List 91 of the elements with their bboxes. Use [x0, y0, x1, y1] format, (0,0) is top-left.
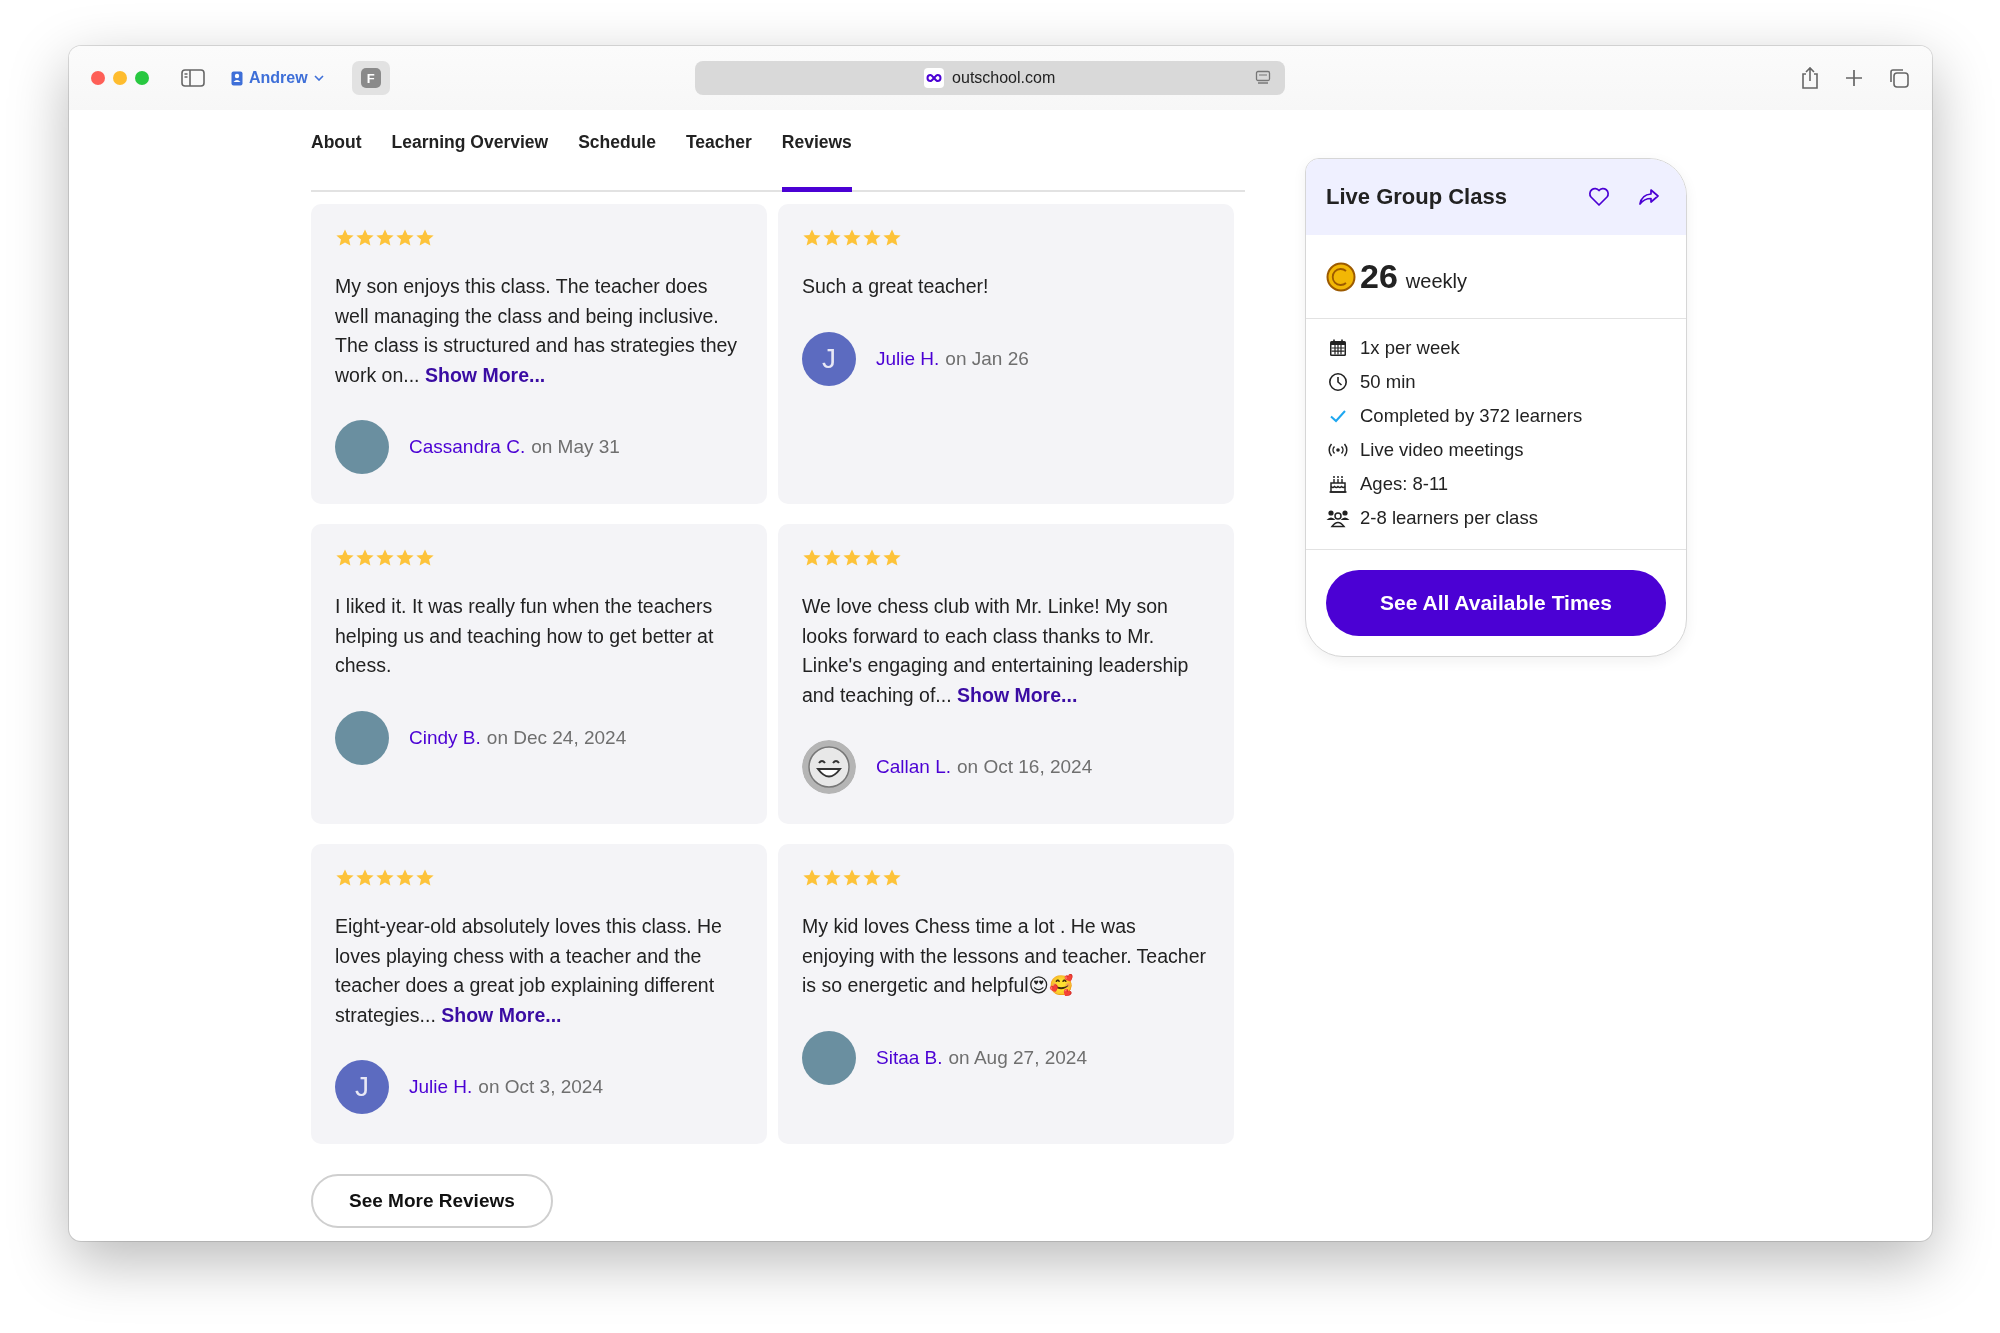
star-icon	[395, 868, 415, 888]
star-icon	[882, 548, 902, 568]
sidebar-icon[interactable]	[181, 69, 205, 87]
review-date: on Jan 26	[945, 347, 1029, 370]
star-icon	[822, 548, 842, 568]
reviewer-name-link[interactable]: Cindy B.	[409, 726, 481, 749]
review-date: on Oct 3, 2024	[478, 1076, 603, 1098]
show-more-link[interactable]: Show More...	[424, 363, 546, 386]
star-icon	[375, 228, 395, 248]
review-date: on May 31	[531, 436, 620, 458]
section-tab[interactable]: Schedule	[578, 132, 656, 192]
url-text: outschool.com	[952, 69, 1056, 87]
star-icon	[355, 868, 375, 888]
star-icon	[802, 868, 822, 888]
class-detail-text: 1x per week	[1360, 337, 1460, 359]
heart-icon[interactable]	[1588, 187, 1610, 207]
section-tab[interactable]: About	[311, 132, 362, 192]
star-icon	[862, 548, 882, 568]
review-text: My son enjoys this class. The teacher does well managing the class and being inclusive. The class is structured and has strategies they work on... Show More...	[335, 274, 739, 388]
review-text: Eight-year-old absolutely loves this class. He loves playing chess with a teacher and the teacher does a great job explaining different strategies... Show More...	[335, 914, 723, 1028]
star-icon	[882, 228, 902, 248]
class-detail-text: 2-8 learners per class	[1360, 507, 1538, 529]
site-logo-icon	[924, 68, 945, 88]
reviewer-name-link[interactable]: Julie H.	[409, 1076, 473, 1098]
class-type-title: Live Group Class	[1326, 184, 1507, 210]
star-icon	[822, 868, 842, 888]
star-icon	[335, 228, 355, 248]
star-icon	[862, 868, 882, 888]
show-more-link[interactable]: Show More...	[957, 683, 1078, 706]
star-icon	[415, 868, 435, 888]
chevron-down-icon	[313, 75, 324, 81]
star-icon	[822, 228, 842, 248]
star-icon	[842, 868, 862, 888]
star-icon	[415, 228, 435, 248]
profile-button[interactable]: Andrew	[225, 65, 330, 91]
coin-icon	[1326, 261, 1356, 292]
avatar-photo-placeholder	[802, 1030, 856, 1085]
star-icon	[335, 548, 355, 568]
plus-icon[interactable]	[1844, 68, 1864, 88]
review-date: on Aug 27, 2024	[948, 1046, 1087, 1069]
star-icon	[375, 868, 395, 888]
star-icon	[415, 548, 435, 568]
class-detail-text: Ages: 8-11	[1360, 473, 1449, 495]
share-arrow-icon[interactable]	[1638, 187, 1660, 207]
close-window-button[interactable]	[91, 71, 105, 85]
class-detail-text: Completed by 372 learners	[1360, 405, 1583, 427]
share-icon[interactable]	[1800, 66, 1820, 90]
star-icon	[862, 228, 882, 248]
star-icon	[355, 228, 375, 248]
see-available-times-button[interactable]: See All Available Times	[1326, 570, 1666, 636]
section-tab[interactable]: Reviews	[781, 132, 852, 192]
review-text: My kid loves Chess time a lot . He was enjoying with the lessons and teacher. Teacher is so energetic and helpful😍🥰	[802, 914, 1207, 998]
show-more-link[interactable]: Show More...	[441, 1003, 562, 1026]
price-period: weekly	[1405, 270, 1467, 293]
reviewer-name-link[interactable]: Cassandra C.	[409, 436, 526, 458]
class-detail-text: Live video meetings	[1360, 439, 1524, 461]
star-icon	[802, 228, 822, 248]
review-text: Such a great teacher!	[802, 274, 990, 299]
star-icon	[355, 548, 375, 568]
star-icon	[842, 548, 862, 568]
review-date: on Oct 16, 2024	[957, 756, 1093, 778]
class-detail-text: 50 min	[1360, 371, 1416, 393]
smiley-avatar-icon	[802, 740, 856, 794]
avatar-initial: J	[335, 1060, 389, 1114]
review-text: I liked it. It was really fun when the teachers helping us and teaching how to get better at chess.	[335, 594, 715, 678]
address-bar[interactable]: outschool.com	[694, 61, 1285, 95]
tabs-overview-icon[interactable]	[1888, 67, 1910, 89]
star-icon	[375, 548, 395, 568]
reviewer-name-link[interactable]: Callan L.	[876, 756, 951, 778]
star-icon	[395, 548, 415, 568]
group-icon	[1326, 508, 1350, 528]
star-icon	[802, 548, 822, 568]
reader-icon[interactable]	[1254, 70, 1271, 86]
section-tab[interactable]: Learning Overview	[391, 132, 549, 192]
star-icon	[842, 228, 862, 248]
star-icon	[882, 868, 902, 888]
clock-icon	[1326, 372, 1350, 392]
star-icon	[335, 868, 355, 888]
review-date: on Dec 24, 2024	[486, 726, 627, 749]
reviewer-name-link[interactable]: Sitaa B.	[876, 1046, 943, 1069]
avatar-initial: J	[802, 331, 856, 386]
section-tab[interactable]: Teacher	[685, 132, 752, 192]
see-more-reviews-button[interactable]: See More Reviews	[311, 1174, 553, 1228]
review-text: We love chess club with Mr. Linke! My son looks forward to each class thanks to Mr. Linke's engaging and entertaining leadership and teaching of... Show More...	[802, 594, 1190, 708]
profile-icon	[231, 70, 243, 86]
avatar-photo-placeholder	[335, 710, 389, 765]
star-icon	[395, 228, 415, 248]
avatar-photo-placeholder	[335, 420, 389, 474]
reviewer-name-link[interactable]: Julie H.	[876, 347, 940, 370]
price-amount: 26	[1360, 257, 1398, 296]
favicon-letter: F	[360, 68, 381, 88]
